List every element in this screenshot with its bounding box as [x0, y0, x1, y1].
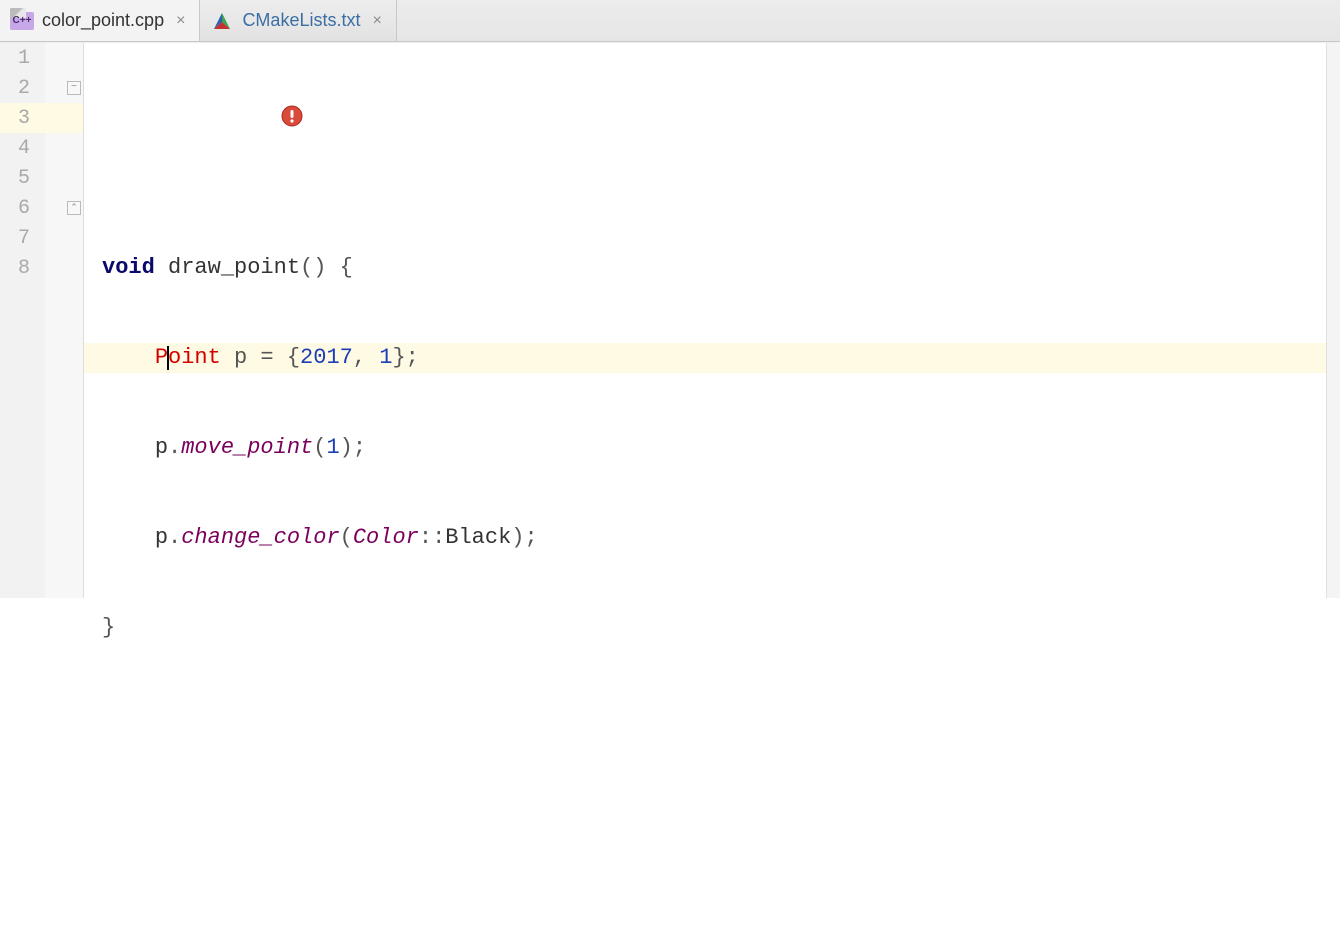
editor-area: 1 2 − 3 4 5 6 ⌃ 7 8 void draw_point() { … [0, 42, 1340, 598]
close-icon[interactable]: × [368, 12, 385, 30]
tab-cmakelists-txt[interactable]: CMakeLists.txt × [200, 0, 396, 41]
cpp-file-icon: C++ [10, 11, 34, 31]
tab-label: color_point.cpp [42, 10, 164, 31]
tab-label: CMakeLists.txt [242, 10, 360, 31]
tab-color-point-cpp[interactable]: C++ color_point.cpp × [0, 0, 200, 41]
error-badge-icon[interactable] [202, 75, 224, 97]
scrollbar[interactable] [1326, 43, 1340, 598]
fold-toggle-icon[interactable]: − [67, 81, 81, 95]
gutter: 1 2 − 3 4 5 6 ⌃ 7 8 [0, 43, 84, 598]
code-line[interactable] [84, 163, 1340, 193]
line-number: 7 [0, 227, 38, 250]
code-line[interactable] [84, 703, 1340, 733]
code-line[interactable]: void draw_point() { [84, 253, 1340, 283]
fold-end-icon[interactable]: ⌃ [67, 201, 81, 215]
close-icon[interactable]: × [172, 12, 189, 30]
code-line[interactable]: p.move_point(1); [84, 433, 1340, 463]
code-line[interactable] [84, 793, 1340, 823]
code-line[interactable]: Point p = {2017, 1}; [84, 343, 1340, 373]
line-number: 6 [0, 197, 38, 220]
line-number: 8 [0, 257, 38, 280]
editor-tabs: C++ color_point.cpp × CMakeLists.txt × [0, 0, 1340, 42]
line-number: 5 [0, 167, 38, 190]
line-number: 1 [0, 47, 38, 70]
code-editor[interactable]: void draw_point() { Point p = {2017, 1};… [84, 43, 1340, 598]
line-number: 3 [0, 107, 38, 130]
code-line[interactable]: } [84, 613, 1340, 643]
line-number: 2 [0, 77, 38, 100]
cmake-file-icon [210, 11, 234, 31]
code-line[interactable]: p.change_color(Color::Black); [84, 523, 1340, 553]
line-number: 4 [0, 137, 38, 160]
